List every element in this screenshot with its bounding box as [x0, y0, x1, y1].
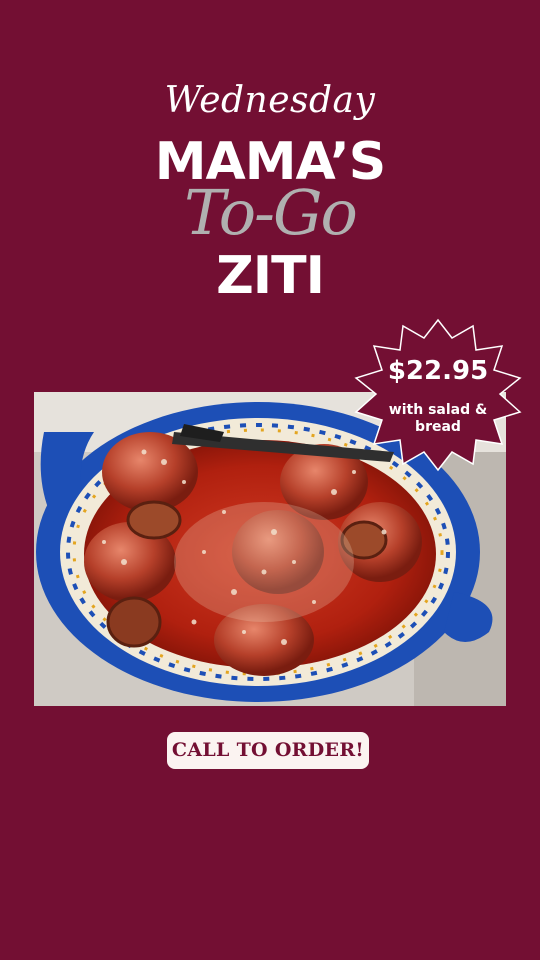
day-label: Wednesday — [164, 80, 376, 121]
title-to-go: To-Go — [184, 176, 358, 249]
call-to-order-button[interactable]: CALL TO ORDER! — [167, 732, 369, 769]
price-value: $22.95 — [387, 356, 489, 386]
price-badge: $22.95 with salad & bread — [352, 316, 524, 474]
title-ziti: ZITI — [216, 246, 325, 306]
price-note: with salad & bread — [388, 402, 488, 435]
starburst-shape — [354, 318, 522, 472]
